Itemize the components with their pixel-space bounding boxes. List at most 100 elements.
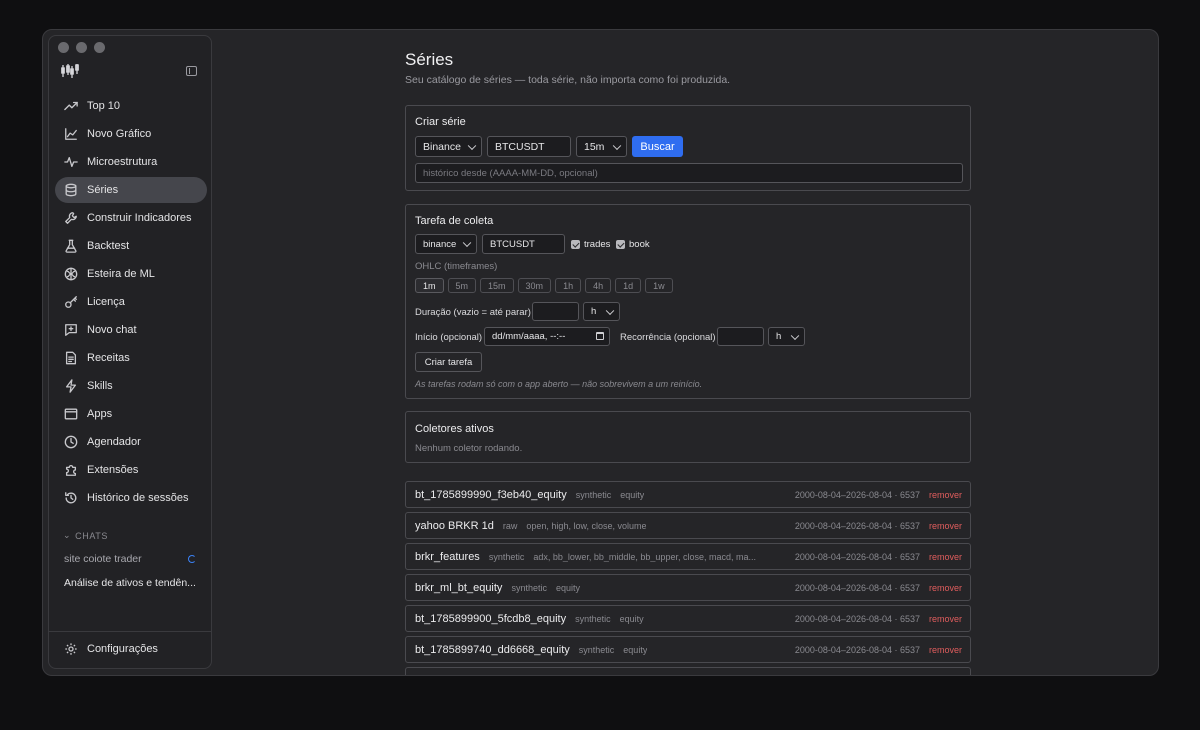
recurrence-input[interactable] — [717, 327, 764, 346]
exchange-select[interactable]: Binance — [415, 136, 482, 157]
page-subtitle: Seu catálogo de séries — toda série, não… — [405, 74, 731, 86]
duration-unit-select[interactable]: h — [583, 302, 620, 321]
sidebar-item-skills[interactable]: Skills — [55, 373, 207, 399]
series-name: brkr_ml_bt_equity — [415, 581, 503, 594]
recurrence-unit-select[interactable]: h — [768, 327, 805, 346]
checkbox-checked-icon — [616, 240, 625, 249]
history-icon — [65, 492, 77, 504]
series-row[interactable]: bt_1785899740_dd6668_equity synthetic eq… — [405, 636, 971, 663]
sidebar-item-label: Novo Gráfico — [87, 128, 152, 140]
chart-icon — [65, 128, 77, 140]
timeframe-toggle-4h[interactable]: 4h — [585, 278, 612, 293]
timeframe-toggle-1m[interactable]: 1m — [415, 278, 444, 293]
gear-icon — [65, 643, 77, 655]
sidebar-item-backtest[interactable]: Backtest — [55, 233, 207, 259]
history-since-placeholder: histórico desde (AAAA-MM-DD, opcional) — [423, 167, 598, 179]
series-kind: synthetic — [578, 644, 615, 655]
remove-series-button[interactable]: remover — [929, 614, 962, 624]
sidebar-item-novo-chat[interactable]: Novo chat — [55, 317, 207, 343]
sidebar-item-apps[interactable]: Apps — [55, 401, 207, 427]
duration-label: Duração (vazio = até parar) — [415, 307, 531, 318]
sidebar-item-novo-grafico[interactable]: Novo Gráfico — [55, 121, 207, 147]
app-window: Top 10 Novo Gráfico Microestrutura Série… — [42, 29, 1159, 676]
sidebar-item-label: Agendador — [87, 436, 141, 448]
card-title: Criar série — [415, 116, 466, 128]
timeframe-toggle-30m[interactable]: 30m — [517, 278, 552, 293]
key-icon — [65, 296, 77, 308]
series-row[interactable]: bt_1785899990_f3eb40_equity synthetic eq… — [405, 481, 971, 508]
chats-section-toggle[interactable]: ⌄ CHATS — [63, 530, 108, 541]
sidebar-item-label: Receitas — [87, 352, 130, 364]
sidebar-item-receitas[interactable]: Receitas — [55, 345, 207, 371]
sidebar-item-microestrutura[interactable]: Microestrutura — [55, 149, 207, 175]
timeframe-toggle-1w[interactable]: 1w — [645, 278, 673, 293]
history-since-input[interactable]: histórico desde (AAAA-MM-DD, opcional) — [415, 163, 963, 183]
series-columns: equity — [555, 582, 580, 593]
remove-series-button[interactable]: remover — [929, 490, 962, 500]
series-name: brkr_features — [415, 550, 480, 563]
sidebar-item-series[interactable]: Séries — [55, 177, 207, 203]
sidebar-item-label: Licença — [87, 296, 125, 308]
sidebar-item-esteira-de-ml[interactable]: Esteira de ML — [55, 261, 207, 287]
series-row[interactable]: yahoo BRKR 1d raw open, high, low, close… — [405, 512, 971, 539]
exchange-select-value: Binance — [423, 140, 461, 153]
remove-series-button[interactable]: remover — [929, 583, 962, 593]
series-columns: equity — [623, 644, 648, 655]
sidebar-item-top-10[interactable]: Top 10 — [55, 93, 207, 119]
divider — [49, 631, 211, 632]
symbol-input[interactable]: BTCUSDT — [487, 136, 571, 157]
sidebar-item-label: Backtest — [87, 240, 130, 252]
close-window-button[interactable] — [58, 42, 69, 53]
remove-series-button[interactable]: remover — [929, 521, 962, 531]
duration-input[interactable] — [532, 302, 579, 321]
lightning-icon — [65, 379, 77, 393]
task-symbol-input[interactable]: BTCUSDT — [482, 234, 565, 254]
timeframe-toggle-5m[interactable]: 5m — [447, 278, 477, 293]
chat-item[interactable]: site coiote trader — [64, 553, 204, 565]
new-chat-icon — [65, 324, 77, 336]
sidebar-item-licenca[interactable]: Licença — [55, 289, 207, 315]
chat-item[interactable]: Análise de ativos e tendên... — [64, 577, 204, 589]
sidebar-item-agendador[interactable]: Agendador — [55, 429, 207, 455]
series-row[interactable]: brkr_ml_bt_equity synthetic equity 2000-… — [405, 574, 971, 601]
series-range: 2000-08-04–2026-08-04 · 6537 — [794, 551, 920, 562]
sidebar-item-construir-indicadores[interactable]: Construir Indicadores — [55, 205, 207, 231]
create-task-button[interactable]: Criar tarefa — [415, 352, 482, 372]
sidebar-item-extensoes[interactable]: Extensões — [55, 457, 207, 483]
start-datetime-input[interactable]: dd/mm/aaaa, --:-- — [484, 327, 610, 346]
settings-button[interactable]: Configurações — [64, 642, 158, 656]
series-name: bt_1785899990_f3eb40_equity — [415, 488, 567, 501]
clock-icon — [64, 435, 78, 449]
create-series-card: Criar série Binance BTCUSDT 15m Buscar h… — [405, 105, 971, 191]
calendar-icon[interactable] — [596, 332, 604, 340]
timeframe-toggle-15m[interactable]: 15m — [480, 278, 514, 293]
remove-series-button[interactable]: remover — [929, 645, 962, 655]
sidebar-item-historico-de-sessoes[interactable]: Histórico de sessões — [55, 485, 207, 511]
sidebar-toggle-icon[interactable] — [186, 66, 197, 76]
series-row-partial[interactable] — [405, 667, 971, 675]
sidebar-item-label: Construir Indicadores — [87, 212, 192, 224]
document-icon — [65, 351, 77, 365]
recurrence-label: Recorrência (opcional) — [620, 332, 716, 343]
sidebar-item-label: Histórico de sessões — [87, 492, 189, 504]
book-checkbox[interactable]: book — [616, 239, 650, 250]
start-label: Início (opcional) — [415, 332, 483, 343]
wrench-icon — [65, 212, 77, 224]
timeframe-select[interactable]: 15m — [576, 136, 627, 157]
sidebar: Top 10 Novo Gráfico Microestrutura Série… — [48, 35, 212, 669]
settings-label: Configurações — [87, 643, 158, 655]
timeframe-select-value: 15m — [584, 140, 605, 153]
series-row[interactable]: brkr_features synthetic adx, bb_lower, b… — [405, 543, 971, 570]
series-row[interactable]: bt_1785899900_5fcdb8_equity synthetic eq… — [405, 605, 971, 632]
duration-unit-value: h — [591, 306, 597, 317]
search-button[interactable]: Buscar — [632, 136, 683, 157]
timeframe-toggle-group: 1m 5m 15m 30m 1h 4h 1d 1w — [415, 278, 673, 293]
remove-series-button[interactable]: remover — [929, 552, 962, 562]
minimize-window-button[interactable] — [76, 42, 87, 53]
maximize-window-button[interactable] — [94, 42, 105, 53]
timeframe-toggle-1d[interactable]: 1d — [615, 278, 642, 293]
sidebar-item-label: Esteira de ML — [87, 268, 155, 280]
timeframe-toggle-1h[interactable]: 1h — [555, 278, 582, 293]
task-exchange-select[interactable]: binance — [415, 234, 477, 254]
trades-checkbox[interactable]: trades — [571, 239, 610, 250]
